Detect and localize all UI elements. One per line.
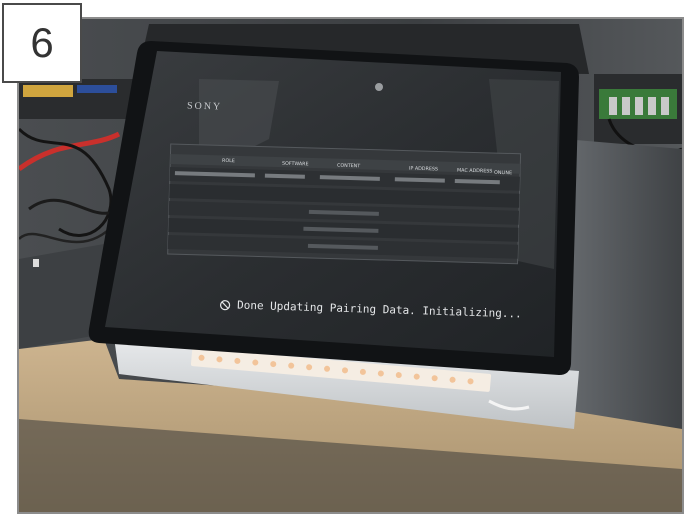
col-content: CONTENT [336,163,361,170]
brand-logo: SONY [186,100,223,113]
left-device-label [23,85,73,97]
col-role: ROLE [221,158,235,165]
sync-icon [219,299,231,310]
step-number-badge: 6 [2,3,82,83]
col-ip-address: IP ADDRESS [408,166,439,173]
step-number: 6 [30,19,54,66]
pairing-table [167,143,522,265]
col-online: ONLINE [493,170,513,177]
left-device-port [77,85,117,93]
left-screw [33,259,39,267]
col-software: SOFTWARE [281,161,309,168]
photo-scene [19,19,682,512]
front-camera [375,83,383,91]
photo-frame: SONY ROLE SOFTWARE CONTENT IP ADDRESS MA… [17,17,684,514]
col-mac-address: MAC ADDRESS [456,168,493,175]
